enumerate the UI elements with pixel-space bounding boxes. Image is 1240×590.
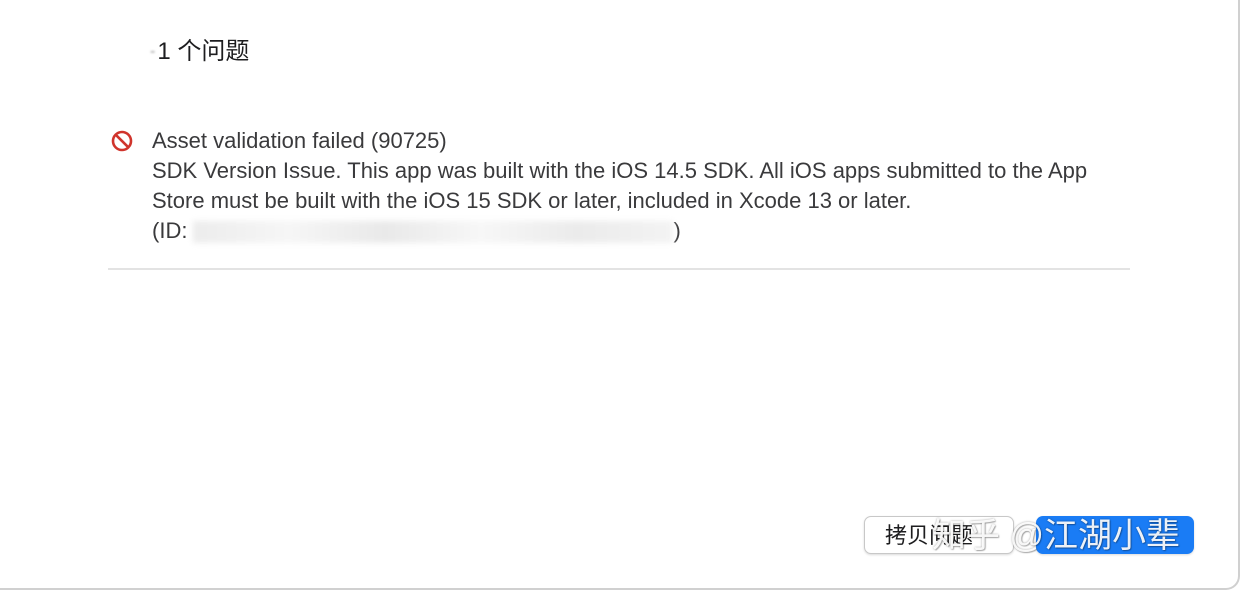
copy-issue-label: 拷贝问题 — [885, 523, 974, 548]
disclosure-icon[interactable]: - — [150, 36, 155, 68]
redacted-id — [193, 221, 674, 244]
issue-message: SDK Version Issue. This app was built wi… — [152, 158, 1088, 213]
copy-issue-button[interactable]: 拷贝问题 — [864, 516, 1014, 554]
divider — [108, 268, 1130, 270]
issue-count-label: 1 个问题 — [157, 38, 250, 65]
done-button[interactable] — [1036, 516, 1194, 554]
issue-id: (ID:) — [152, 216, 1142, 246]
issue-count-header: - 1 个问题 — [150, 36, 249, 68]
issue-title: Asset validation failed (90725) — [152, 128, 447, 153]
issues-dialog: - 1 个问题 Asset validation failed (90725) … — [0, 0, 1240, 590]
issue-text: Asset validation failed (90725) SDK Vers… — [152, 126, 1142, 246]
issue-id-suffix: ) — [673, 218, 681, 243]
issue-id-prefix: (ID: — [152, 218, 188, 243]
error-prohibited-icon — [111, 130, 133, 152]
